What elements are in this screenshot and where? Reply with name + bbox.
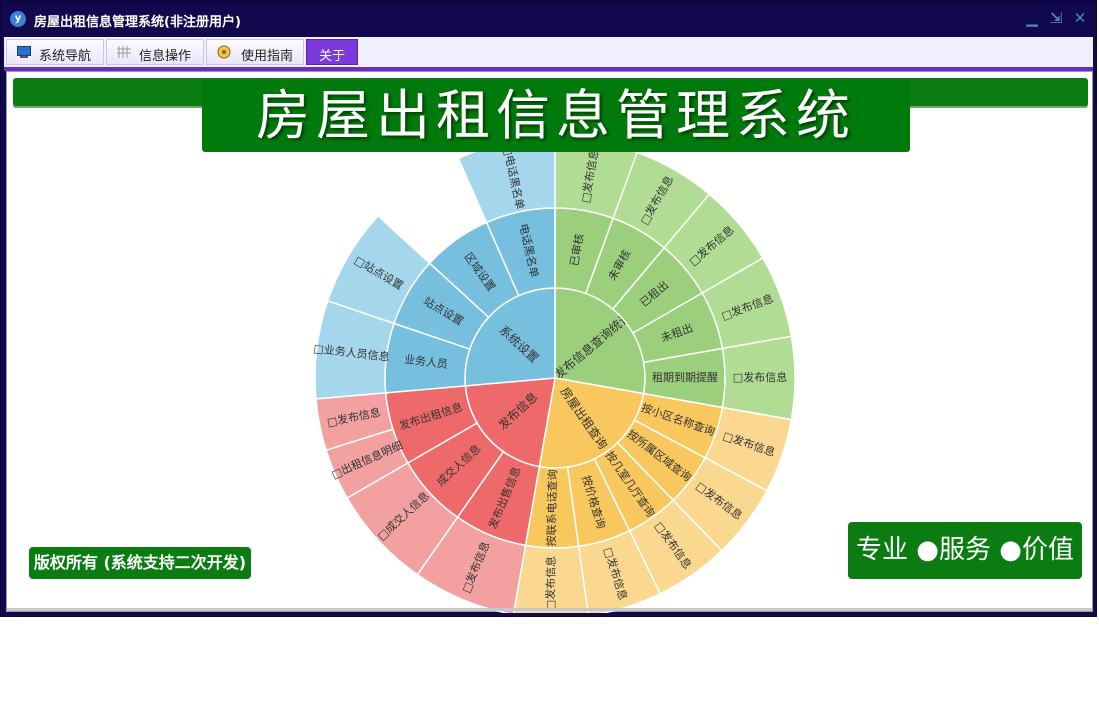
- tab-label: 系统导航: [39, 49, 92, 64]
- window-title: 房屋出租信息管理系统(非注册用户): [34, 15, 241, 30]
- tab-label: 信息操作: [139, 49, 192, 64]
- tab-label: 使用指南: [241, 49, 294, 64]
- tab-user-guide[interactable]: 使用指南: [206, 39, 304, 65]
- app-window: y 房屋出租信息管理系统(非注册用户) ▁ ⇲ ✕ 系统导航 信息操作 使用指南…: [0, 0, 1097, 617]
- main-content: 发布信息查询统计 已审核 □发布信息 未审核 □发布信息 已租出 □发布信息 未租出 □发布信息…: [6, 71, 1093, 613]
- grid-icon: [117, 46, 131, 58]
- tab-system-nav[interactable]: 系统导航: [6, 39, 104, 65]
- content-bottom-border: [7, 608, 1092, 611]
- compass-icon: [217, 45, 231, 59]
- slogan-badge: 专业 ●服务 ●价值: [848, 522, 1082, 579]
- tab-info-operations[interactable]: 信息操作: [106, 39, 204, 65]
- monitor-icon: [17, 46, 31, 58]
- sunburst-leaf-label: □发布信息: [733, 370, 787, 384]
- copyright-badge: 版权所有 (系统支持二次开发): [29, 547, 251, 579]
- minimize-icon[interactable]: ▁: [1024, 9, 1040, 27]
- title-bar[interactable]: y 房屋出租信息管理系统(非注册用户) ▁ ⇲ ✕: [1, 1, 1096, 37]
- banner-title: 房屋出租信息管理系统: [256, 84, 856, 147]
- sunburst-leaf-label: □发布信息: [543, 556, 558, 611]
- restore-icon[interactable]: ⇲: [1048, 9, 1064, 27]
- banner: 房屋出租信息管理系统: [202, 80, 910, 152]
- app-logo-icon: y: [10, 11, 26, 27]
- sunburst-child-label: 按联系电话查询: [544, 469, 559, 546]
- close-icon[interactable]: ✕: [1072, 9, 1088, 27]
- tab-bar: 系统导航 信息操作 使用指南 关于: [4, 37, 1093, 71]
- tab-about[interactable]: 关于: [306, 39, 358, 65]
- window-controls: ▁ ⇲ ✕: [1024, 9, 1088, 27]
- tab-label: 关于: [319, 49, 346, 64]
- sunburst-child-label: 租期到期提醒: [652, 371, 718, 384]
